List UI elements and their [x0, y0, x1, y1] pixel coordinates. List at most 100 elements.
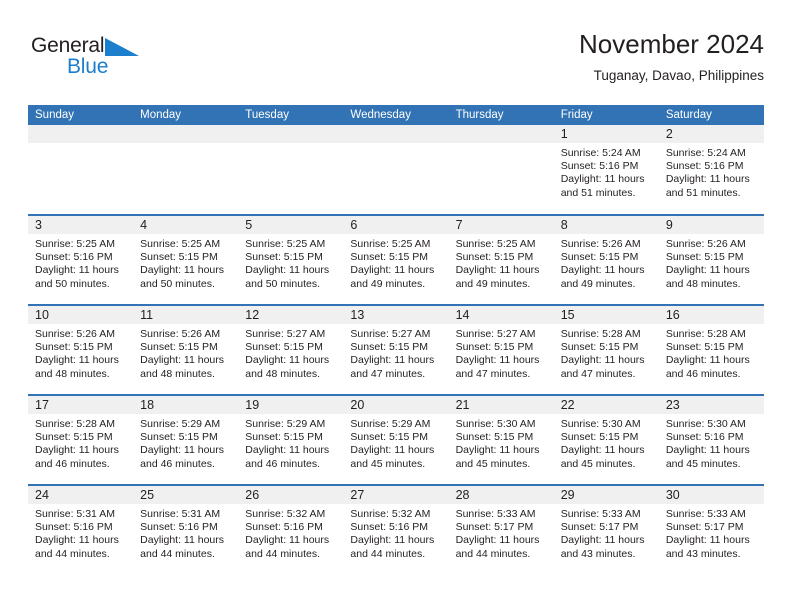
sunrise-text: Sunrise: 5:25 AM — [140, 238, 221, 250]
sunrise-text: Sunrise: 5:28 AM — [665, 328, 746, 340]
calendar-day-cell[interactable]: 29 Sunrise: 5:33 AM Sunset: 5:17 PM Dayligh… — [553, 484, 659, 575]
day-number: 8 — [553, 216, 659, 234]
sunset-text: Sunset: 5:15 PM — [455, 431, 534, 444]
calendar-day-cell[interactable]: 26 Sunrise: 5:32 AM Sunset: 5:16 PM Dayligh… — [238, 484, 344, 575]
day-details: Sunrise: 5:31 AM Sunset: 5:16 PM Daylight:… — [133, 504, 238, 561]
day-details: Sunrise: 5:27 AM Sunset: 5:15 PM Daylight:… — [343, 324, 448, 381]
day-details: Sunrise: 5:25 AM Sunset: 5:16 PM Daylight:… — [28, 234, 133, 291]
sunrise-text: Sunrise: 5:29 AM — [245, 418, 326, 430]
calendar-day-cell[interactable]: 15 Sunrise: 5:28 AM Sunset: 5:15 PM Dayligh… — [553, 304, 659, 395]
sunrise-text: Sunrise: 5:27 AM — [245, 328, 326, 340]
day-details: Sunrise: 5:28 AM Sunset: 5:15 PM Daylight:… — [659, 324, 764, 381]
daylight-text-line1: Daylight: 11 hours — [560, 534, 645, 547]
calendar-day-cell[interactable]: 20 Sunrise: 5:29 AM Sunset: 5:15 PM Dayligh… — [343, 394, 449, 485]
weekday-header-tuesday: Tuesday — [238, 105, 344, 125]
calendar-day-cell-empty — [343, 125, 449, 215]
day-cell-inner: 23 Sunrise: 5:30 AM Sunset: 5:16 PM Dayligh… — [658, 396, 764, 484]
daylight-text-line1: Daylight: 11 hours — [35, 444, 119, 457]
day-cell-inner — [28, 125, 134, 214]
calendar-day-cell[interactable]: 7 Sunrise: 5:25 AM Sunset: 5:15 PM Daylight… — [448, 214, 554, 305]
sunrise-text: Sunrise: 5:30 AM — [665, 418, 746, 430]
sunset-text: Sunset: 5:15 PM — [455, 341, 534, 354]
brand-name-blue: Blue — [67, 55, 109, 78]
daylight-text-line1: Daylight: 11 hours — [665, 534, 750, 547]
calendar-day-cell[interactable]: 27 Sunrise: 5:32 AM Sunset: 5:16 PM Dayligh… — [343, 484, 449, 575]
brand-logo-top-row: General — [31, 34, 241, 58]
sunrise-text: Sunrise: 5:28 AM — [560, 328, 641, 340]
day-number: 10 — [28, 306, 134, 324]
day-number — [448, 125, 554, 143]
daylight-text-line1: Daylight: 11 hours — [560, 444, 645, 457]
calendar-day-cell[interactable]: 13 Sunrise: 5:27 AM Sunset: 5:15 PM Dayligh… — [343, 304, 449, 395]
calendar-day-cell[interactable]: 14 Sunrise: 5:27 AM Sunset: 5:15 PM Dayligh… — [448, 304, 554, 395]
daylight-text-line1: Daylight: 11 hours — [350, 264, 435, 277]
day-cell-inner: 8 Sunrise: 5:26 AM Sunset: 5:15 PM Daylight… — [553, 216, 659, 304]
weekday-header-thursday: Thursday — [448, 105, 554, 125]
sunrise-text: Sunrise: 5:26 AM — [35, 328, 115, 340]
sunset-text: Sunset: 5:15 PM — [245, 251, 323, 264]
calendar-day-cell[interactable]: 19 Sunrise: 5:29 AM Sunset: 5:15 PM Dayligh… — [238, 394, 344, 485]
calendar-day-cell[interactable]: 18 Sunrise: 5:29 AM Sunset: 5:15 PM Dayligh… — [133, 394, 239, 485]
sunrise-text: Sunrise: 5:27 AM — [455, 328, 536, 340]
day-cell-inner: 16 Sunrise: 5:28 AM Sunset: 5:15 PM Dayligh… — [658, 306, 764, 394]
daylight-text-line2: and 48 minutes. — [245, 367, 320, 380]
calendar-day-cell[interactable]: 23 Sunrise: 5:30 AM Sunset: 5:16 PM Dayligh… — [658, 394, 764, 485]
calendar-day-cell[interactable]: 24 Sunrise: 5:31 AM Sunset: 5:16 PM Dayligh… — [28, 484, 134, 575]
sunrise-text: Sunrise: 5:26 AM — [560, 238, 641, 250]
daylight-text-line2: and 46 minutes. — [140, 457, 215, 470]
day-cell-inner: 5 Sunrise: 5:25 AM Sunset: 5:15 PM Daylight… — [238, 216, 344, 304]
daylight-text-line2: and 51 minutes. — [560, 186, 636, 199]
sunset-text: Sunset: 5:15 PM — [245, 431, 323, 444]
calendar-day-cell[interactable]: 9 Sunrise: 5:26 AM Sunset: 5:15 PM Daylight… — [658, 214, 764, 305]
daylight-text-line2: and 45 minutes. — [350, 457, 426, 470]
day-number: 9 — [658, 216, 764, 234]
daylight-text-line2: and 47 minutes. — [350, 367, 426, 380]
calendar-day-cell[interactable]: 1 Sunrise: 5:24 AM Sunset: 5:16 PM Daylight… — [553, 125, 659, 215]
daylight-text-line2: and 46 minutes. — [245, 457, 320, 470]
calendar-day-cell[interactable]: 16 Sunrise: 5:28 AM Sunset: 5:15 PM Dayligh… — [658, 304, 764, 395]
day-details: Sunrise: 5:26 AM Sunset: 5:15 PM Daylight:… — [554, 234, 659, 291]
day-details: Sunrise: 5:29 AM Sunset: 5:15 PM Daylight:… — [238, 414, 343, 471]
calendar-day-cell[interactable]: 4 Sunrise: 5:25 AM Sunset: 5:15 PM Daylight… — [133, 214, 239, 305]
brand-name-general: General — [31, 34, 105, 57]
calendar-day-cell[interactable]: 17 Sunrise: 5:28 AM Sunset: 5:15 PM Dayligh… — [28, 394, 134, 485]
weekday-header-saturday: Saturday — [658, 105, 764, 125]
sunset-text: Sunset: 5:16 PM — [560, 160, 639, 173]
day-number: 1 — [553, 125, 659, 143]
calendar-day-cell[interactable]: 11 Sunrise: 5:26 AM Sunset: 5:15 PM Dayligh… — [133, 304, 239, 395]
daylight-text-line2: and 43 minutes. — [560, 547, 636, 560]
daylight-text-line2: and 43 minutes. — [665, 547, 741, 560]
day-cell-inner: 17 Sunrise: 5:28 AM Sunset: 5:15 PM Dayligh… — [28, 396, 134, 484]
day-cell-inner — [448, 125, 554, 214]
calendar-week-row: 24 Sunrise: 5:31 AM Sunset: 5:16 PM Dayligh… — [28, 484, 764, 575]
sunrise-text: Sunrise: 5:30 AM — [455, 418, 536, 430]
daylight-text-line1: Daylight: 11 hours — [140, 444, 224, 457]
calendar-day-cell[interactable]: 3 Sunrise: 5:25 AM Sunset: 5:16 PM Daylight… — [28, 214, 134, 305]
day-number: 23 — [658, 396, 764, 414]
weekday-header-monday: Monday — [133, 105, 239, 125]
calendar-day-cell[interactable]: 25 Sunrise: 5:31 AM Sunset: 5:16 PM Dayligh… — [133, 484, 239, 575]
day-cell-inner — [133, 125, 239, 214]
calendar-day-cell[interactable]: 6 Sunrise: 5:25 AM Sunset: 5:15 PM Daylight… — [343, 214, 449, 305]
calendar-day-cell[interactable]: 2 Sunrise: 5:24 AM Sunset: 5:16 PM Daylight… — [658, 125, 764, 215]
calendar-day-cell[interactable]: 28 Sunrise: 5:33 AM Sunset: 5:17 PM Dayligh… — [448, 484, 554, 575]
brand-logo[interactable]: General Blue — [31, 34, 241, 86]
day-number: 6 — [343, 216, 449, 234]
calendar-day-cell[interactable]: 5 Sunrise: 5:25 AM Sunset: 5:15 PM Daylight… — [238, 214, 344, 305]
daylight-text-line2: and 48 minutes. — [665, 277, 741, 290]
weekday-header-row: Sunday Monday Tuesday Wednesday Thursday… — [28, 105, 764, 125]
daylight-text-line1: Daylight: 11 hours — [245, 354, 330, 367]
calendar-day-cell[interactable]: 21 Sunrise: 5:30 AM Sunset: 5:15 PM Dayligh… — [448, 394, 554, 485]
calendar-day-cell[interactable]: 12 Sunrise: 5:27 AM Sunset: 5:15 PM Dayligh… — [238, 304, 344, 395]
day-details: Sunrise: 5:25 AM Sunset: 5:15 PM Daylight:… — [238, 234, 343, 291]
daylight-text-line1: Daylight: 11 hours — [140, 534, 224, 547]
calendar-day-cell-empty — [28, 125, 134, 215]
calendar-day-cell[interactable]: 22 Sunrise: 5:30 AM Sunset: 5:15 PM Dayligh… — [553, 394, 659, 485]
calendar-week-row: 3 Sunrise: 5:25 AM Sunset: 5:16 PM Daylight… — [28, 214, 764, 305]
calendar-day-cell[interactable]: 8 Sunrise: 5:26 AM Sunset: 5:15 PM Daylight… — [553, 214, 659, 305]
calendar-day-cell[interactable]: 10 Sunrise: 5:26 AM Sunset: 5:15 PM Dayligh… — [28, 304, 134, 395]
day-details: Sunrise: 5:28 AM Sunset: 5:15 PM Daylight:… — [28, 414, 133, 471]
calendar-day-cell[interactable]: 30 Sunrise: 5:33 AM Sunset: 5:17 PM Dayligh… — [658, 484, 764, 575]
calendar-week-row: 1 Sunrise: 5:24 AM Sunset: 5:16 PM Daylight… — [28, 125, 764, 215]
daylight-text-line1: Daylight: 11 hours — [35, 354, 119, 367]
